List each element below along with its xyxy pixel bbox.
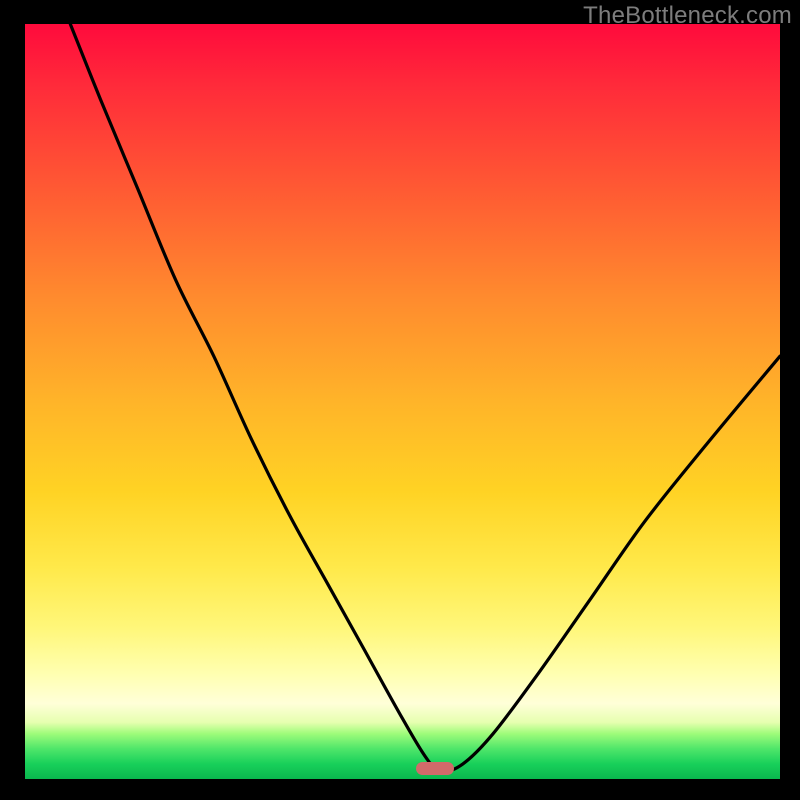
- bottleneck-curve: [25, 24, 780, 779]
- optimal-marker: [416, 762, 454, 775]
- gradient-plot-area: [25, 24, 780, 779]
- chart-stage: TheBottleneck.com: [0, 0, 800, 800]
- watermark-text: TheBottleneck.com: [583, 2, 792, 30]
